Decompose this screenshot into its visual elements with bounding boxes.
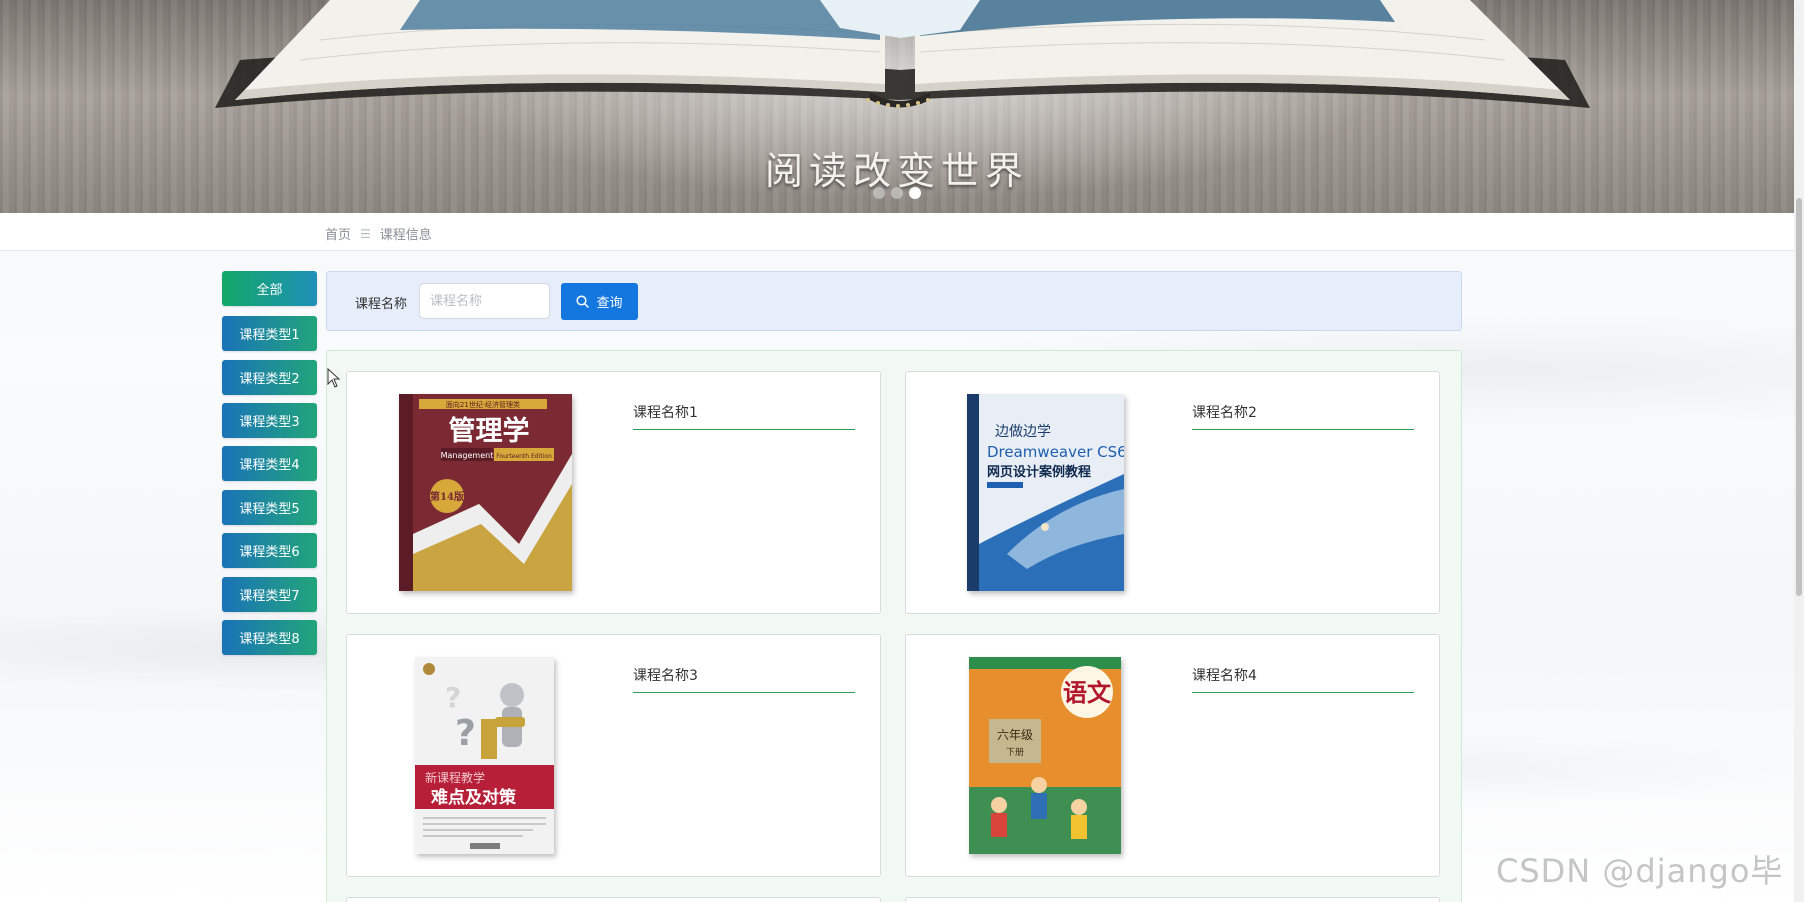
course-title-3[interactable]: 课程名称3 (633, 665, 855, 693)
search-button[interactable]: 查询 (561, 283, 638, 320)
carousel-dots (0, 187, 1794, 199)
cover-1-edition-sub: Fourteenth Edition (496, 453, 552, 460)
carousel-dot-3[interactable] (909, 187, 921, 199)
breadcrumb-current: 课程信息 (379, 228, 432, 243)
course-title-2[interactable]: 课程名称2 (1192, 402, 1414, 430)
cover-2-title-text: Dreamweaver CS6 (987, 443, 1124, 461)
category-type-6-button[interactable]: 课程类型6 (222, 533, 317, 568)
cover-4-volume-text: 下册 (1006, 747, 1024, 758)
course-title-4[interactable]: 课程名称4 (1192, 665, 1414, 693)
search-bar: 课程名称 查询 (326, 271, 1462, 331)
cover-2-series-text: 边做边学 (995, 424, 1051, 440)
cover-4-grade-text: 六年级 (997, 728, 1033, 742)
search-label: 课程名称 (355, 297, 408, 312)
breadcrumb: 首页 ☰ 课程信息 (325, 224, 432, 244)
course-card-4[interactable]: 语文 六年级 下册 课程名称4 (905, 634, 1440, 877)
category-type-2-button[interactable]: 课程类型2 (222, 360, 317, 395)
category-type-1-button[interactable]: 课程类型1 (222, 316, 317, 351)
breadcrumb-home-link[interactable]: 首页 (325, 224, 351, 243)
search-icon (576, 295, 590, 308)
course-cover-4-image[interactable]: 语文 六年级 下册 (969, 657, 1121, 854)
banner-carousel[interactable]: 阅读改变世界 (0, 0, 1794, 213)
cover-3-title-text: 新课程教学 (425, 770, 485, 785)
cover-1-title-text: 管理学 (449, 415, 530, 447)
course-cover-3-image[interactable]: ? ? 新课程教学 难点及对策 (415, 657, 554, 854)
cover-1-edition-label: Management (441, 451, 494, 460)
carousel-dot-2[interactable] (891, 187, 903, 199)
course-card-6-partial[interactable] (905, 897, 1440, 902)
category-type-8-button[interactable]: 课程类型8 (222, 620, 317, 655)
course-name-search-input[interactable] (419, 283, 550, 319)
course-list: 面向21世纪·经济管理类 管理学 Management Fourteenth E… (326, 350, 1462, 902)
course-cover-2-image[interactable]: 边做边学 Dreamweaver CS6 网页设计案例教程 (967, 394, 1124, 591)
cover-3-question-mark-right: ? (455, 713, 476, 754)
breadcrumb-bar: 首页 ☰ 课程信息 (0, 213, 1794, 251)
cover-4-title-text: 语文 (1063, 678, 1112, 707)
scrollbar-thumb[interactable] (1796, 198, 1802, 596)
course-card-1[interactable]: 面向21世纪·经济管理类 管理学 Management Fourteenth E… (346, 371, 881, 614)
category-type-7-button[interactable]: 课程类型7 (222, 577, 317, 612)
csdn-watermark: CSDN @django毕设 (1496, 852, 1784, 902)
search-button-label: 查询 (596, 296, 623, 311)
category-type-4-button[interactable]: 课程类型4 (222, 446, 317, 481)
course-card-5-partial[interactable] (346, 897, 881, 902)
course-card-2[interactable]: 边做边学 Dreamweaver CS6 网页设计案例教程 课程名称2 (905, 371, 1440, 614)
category-type-3-button[interactable]: 课程类型3 (222, 403, 317, 438)
cover-2-subtitle-text: 网页设计案例教程 (987, 464, 1091, 480)
category-all-button[interactable]: 全部 (222, 271, 317, 306)
course-title-1[interactable]: 课程名称1 (633, 402, 855, 430)
page-scrollbar[interactable] (1794, 0, 1804, 902)
cover-1-series-text: 面向21世纪·经济管理类 (446, 400, 520, 409)
course-cover-1-image[interactable]: 面向21世纪·经济管理类 管理学 Management Fourteenth E… (399, 394, 572, 591)
category-type-5-button[interactable]: 课程类型5 (222, 490, 317, 525)
breadcrumb-separator-icon: ☰ (360, 226, 371, 241)
cover-3-subtitle-text: 难点及对策 (430, 787, 517, 808)
carousel-dot-1[interactable] (873, 187, 885, 199)
course-card-3[interactable]: ? ? 新课程教学 难点及对策 课程名称3 (346, 634, 881, 877)
cover-3-question-mark-left: ? (445, 681, 461, 714)
cover-1-badge-text: 第14版 (430, 490, 464, 503)
mouse-cursor-icon (327, 368, 341, 388)
